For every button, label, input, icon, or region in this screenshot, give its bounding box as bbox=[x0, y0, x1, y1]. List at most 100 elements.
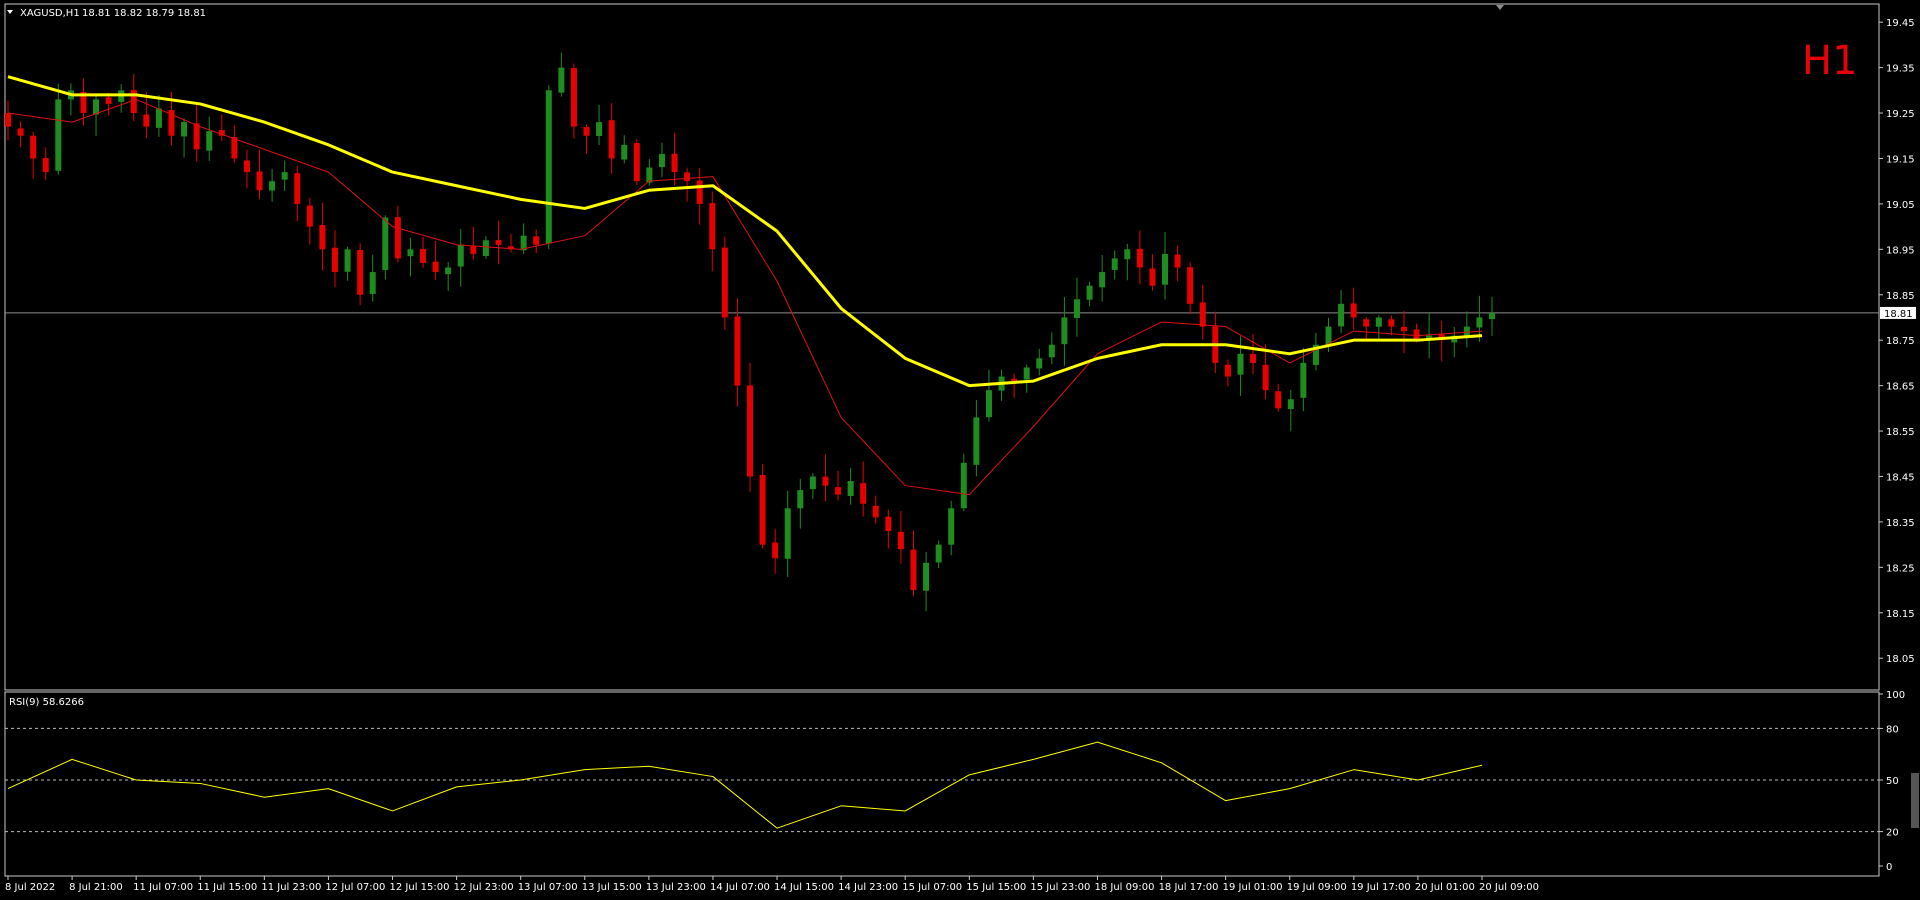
candle-body bbox=[671, 153, 678, 173]
candle-body bbox=[797, 490, 804, 509]
candle-body bbox=[1489, 312, 1495, 320]
candle-body bbox=[897, 531, 904, 550]
candle-body bbox=[721, 247, 728, 318]
candle-body bbox=[847, 481, 854, 497]
time-axis-label: 18 Jul 17:00 bbox=[1159, 882, 1219, 893]
candle-body bbox=[1224, 364, 1231, 377]
time-axis-label: 19 Jul 17:00 bbox=[1351, 882, 1411, 893]
time-axis-label: 14 Jul 15:00 bbox=[774, 882, 834, 893]
candle-body bbox=[470, 246, 477, 254]
time-axis-label: 15 Jul 15:00 bbox=[966, 882, 1026, 893]
price-axis-label: 19.05 bbox=[1886, 200, 1915, 211]
candle-body bbox=[1199, 302, 1206, 327]
candle-body bbox=[646, 167, 653, 183]
candle-body bbox=[457, 244, 464, 267]
candle-body bbox=[809, 476, 816, 490]
candle-body bbox=[910, 549, 917, 591]
candle-body bbox=[1400, 326, 1407, 332]
candle-body bbox=[344, 249, 351, 272]
candle-body bbox=[1476, 317, 1483, 328]
candle-body bbox=[608, 120, 615, 159]
candle-body bbox=[533, 236, 540, 245]
candle-body bbox=[55, 99, 62, 171]
rsi-axis-label: 50 bbox=[1886, 776, 1899, 787]
candle-body bbox=[243, 160, 250, 173]
trading-chart[interactable]: XAGUSD,H1 18.81 18.82 18.79 18.81 H1 RSI… bbox=[0, 0, 1920, 900]
candle-body bbox=[1300, 362, 1307, 398]
candle-body bbox=[772, 542, 779, 559]
candle-body bbox=[331, 247, 338, 273]
candle-body bbox=[17, 128, 24, 136]
candle-body bbox=[1275, 391, 1282, 409]
candle-body bbox=[105, 97, 112, 104]
time-axis-label: 19 Jul 01:00 bbox=[1223, 882, 1283, 893]
candle-body bbox=[1023, 367, 1030, 380]
price-axis-label: 18.35 bbox=[1886, 518, 1915, 529]
candle-body bbox=[143, 114, 150, 127]
candle-body bbox=[709, 203, 716, 250]
candle-body bbox=[545, 90, 552, 244]
time-axis-label: 20 Jul 09:00 bbox=[1479, 882, 1539, 893]
candle-body bbox=[960, 462, 967, 509]
candle-body bbox=[193, 123, 200, 150]
candle-body bbox=[872, 505, 879, 518]
candle-body bbox=[206, 131, 213, 151]
price-axis-label: 19.25 bbox=[1886, 109, 1915, 120]
candle-body bbox=[394, 217, 401, 259]
candle-body bbox=[1287, 399, 1294, 410]
rsi-scroll-handle[interactable] bbox=[1911, 773, 1919, 828]
candle-body bbox=[1413, 329, 1420, 341]
candle-body bbox=[407, 249, 414, 257]
candle-body bbox=[948, 508, 955, 545]
candle-body bbox=[747, 385, 753, 477]
price-axis-label: 18.75 bbox=[1886, 336, 1915, 347]
candle-body bbox=[1350, 303, 1357, 318]
candle-body bbox=[822, 476, 829, 486]
symbol-label: XAGUSD,H1 bbox=[20, 8, 80, 19]
candle-body bbox=[256, 171, 263, 191]
candle-body bbox=[1136, 248, 1143, 268]
candle-body bbox=[269, 181, 276, 191]
candle-body bbox=[294, 173, 301, 204]
price-axis-label: 18.65 bbox=[1886, 382, 1915, 393]
candle-body bbox=[1036, 358, 1043, 369]
candle-body bbox=[231, 137, 238, 159]
price-axis-label: 18.25 bbox=[1886, 563, 1915, 574]
candle-body bbox=[445, 267, 452, 275]
current-price-label: 18.81 bbox=[1884, 309, 1913, 320]
candle-body bbox=[684, 172, 691, 182]
time-axis-label: 19 Jul 09:00 bbox=[1287, 882, 1347, 893]
time-axis-label: 13 Jul 15:00 bbox=[582, 882, 642, 893]
time-axis-label: 20 Jul 01:00 bbox=[1415, 882, 1475, 893]
price-axis-label: 18.05 bbox=[1886, 654, 1915, 665]
candle-body bbox=[420, 248, 427, 263]
candle-body bbox=[1011, 378, 1018, 382]
candle-body bbox=[885, 516, 892, 531]
candle-body bbox=[734, 316, 741, 386]
candle-body bbox=[1375, 317, 1382, 327]
time-axis-label: 11 Jul 07:00 bbox=[133, 882, 193, 893]
candle-body bbox=[1048, 344, 1055, 358]
time-axis-label: 15 Jul 23:00 bbox=[1030, 882, 1090, 893]
candle-body bbox=[1174, 254, 1181, 268]
price-axis-label: 18.95 bbox=[1886, 245, 1915, 256]
candle-body bbox=[621, 144, 628, 160]
rsi-axis-label: 100 bbox=[1886, 690, 1905, 701]
time-axis-label: 12 Jul 07:00 bbox=[325, 882, 385, 893]
rsi-label: RSI(9) 58.6266 bbox=[9, 697, 84, 708]
candle-body bbox=[93, 99, 100, 115]
price-axis-label: 19.15 bbox=[1886, 154, 1915, 165]
candle-body bbox=[696, 180, 703, 204]
time-axis-label: 8 Jul 2022 bbox=[5, 882, 55, 893]
candle-body bbox=[155, 108, 162, 128]
price-axis-label: 18.85 bbox=[1886, 291, 1915, 302]
candle-body bbox=[281, 172, 288, 180]
candle-body bbox=[432, 261, 439, 273]
candle-body bbox=[382, 217, 389, 270]
candle-body bbox=[1187, 267, 1194, 304]
candle-body bbox=[1363, 319, 1370, 327]
candle-body bbox=[181, 122, 188, 137]
candle-body bbox=[860, 483, 867, 504]
candle-body bbox=[759, 474, 766, 545]
rsi-axis-label: 80 bbox=[1886, 724, 1899, 735]
